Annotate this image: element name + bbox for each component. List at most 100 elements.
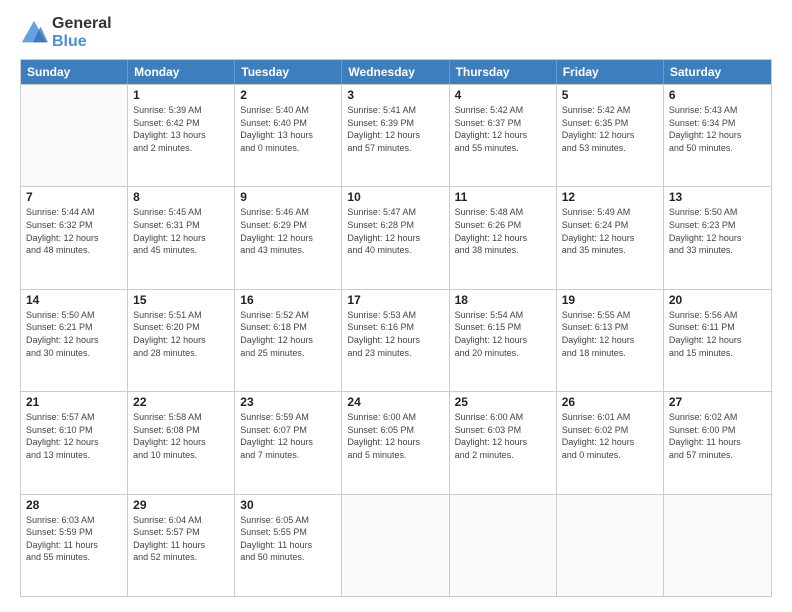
calendar-cell xyxy=(664,495,771,596)
cell-info-line: Daylight: 12 hours xyxy=(562,129,658,142)
calendar-cell: 11Sunrise: 5:48 AMSunset: 6:26 PMDayligh… xyxy=(450,187,557,288)
cell-info-line: Sunset: 6:18 PM xyxy=(240,321,336,334)
cell-info-line: Sunrise: 5:47 AM xyxy=(347,206,443,219)
cell-info-line: and 0 minutes. xyxy=(562,449,658,462)
cell-info-line: Sunrise: 5:45 AM xyxy=(133,206,229,219)
cell-info-line: Sunrise: 5:54 AM xyxy=(455,309,551,322)
cell-info-line: and 40 minutes. xyxy=(347,244,443,257)
cell-info-line: and 23 minutes. xyxy=(347,347,443,360)
cell-info-line: and 35 minutes. xyxy=(562,244,658,257)
cell-info-line: Sunrise: 5:56 AM xyxy=(669,309,766,322)
cell-info-line: Sunset: 6:00 PM xyxy=(669,424,766,437)
calendar-cell: 28Sunrise: 6:03 AMSunset: 5:59 PMDayligh… xyxy=(21,495,128,596)
cell-info-line: and 15 minutes. xyxy=(669,347,766,360)
weekday-header: Tuesday xyxy=(235,60,342,84)
cell-info-line: Sunrise: 5:41 AM xyxy=(347,104,443,117)
calendar-cell: 2Sunrise: 5:40 AMSunset: 6:40 PMDaylight… xyxy=(235,85,342,186)
cell-info-line: Sunset: 6:34 PM xyxy=(669,117,766,130)
cell-info-line: Sunrise: 5:40 AM xyxy=(240,104,336,117)
day-number: 24 xyxy=(347,395,443,409)
day-number: 5 xyxy=(562,88,658,102)
day-number: 11 xyxy=(455,190,551,204)
cell-info-line: Sunset: 6:10 PM xyxy=(26,424,122,437)
cell-info-line: and 57 minutes. xyxy=(669,449,766,462)
calendar-cell: 3Sunrise: 5:41 AMSunset: 6:39 PMDaylight… xyxy=(342,85,449,186)
calendar-cell xyxy=(21,85,128,186)
cell-info-line: Sunrise: 5:50 AM xyxy=(669,206,766,219)
cell-info-line: Daylight: 12 hours xyxy=(26,232,122,245)
calendar-row: 14Sunrise: 5:50 AMSunset: 6:21 PMDayligh… xyxy=(21,289,771,391)
day-number: 19 xyxy=(562,293,658,307)
calendar-cell: 23Sunrise: 5:59 AMSunset: 6:07 PMDayligh… xyxy=(235,392,342,493)
day-number: 2 xyxy=(240,88,336,102)
cell-info-line: Daylight: 12 hours xyxy=(347,232,443,245)
weekday-header: Saturday xyxy=(664,60,771,84)
cell-info-line: Sunset: 6:23 PM xyxy=(669,219,766,232)
cell-info-line: Sunrise: 6:03 AM xyxy=(26,514,122,527)
cell-info-line: Sunrise: 5:43 AM xyxy=(669,104,766,117)
calendar-cell: 17Sunrise: 5:53 AMSunset: 6:16 PMDayligh… xyxy=(342,290,449,391)
day-number: 10 xyxy=(347,190,443,204)
cell-info-line: Daylight: 11 hours xyxy=(133,539,229,552)
day-number: 6 xyxy=(669,88,766,102)
cell-info-line: and 25 minutes. xyxy=(240,347,336,360)
cell-info-line: and 30 minutes. xyxy=(26,347,122,360)
cell-info-line: Sunset: 6:40 PM xyxy=(240,117,336,130)
day-number: 7 xyxy=(26,190,122,204)
cell-info-line: Daylight: 12 hours xyxy=(455,232,551,245)
cell-info-line: and 2 minutes. xyxy=(133,142,229,155)
cell-info-line: Sunset: 6:15 PM xyxy=(455,321,551,334)
cell-info-line: Sunrise: 6:02 AM xyxy=(669,411,766,424)
cell-info-line: and 0 minutes. xyxy=(240,142,336,155)
calendar-cell xyxy=(450,495,557,596)
cell-info-line: Daylight: 12 hours xyxy=(669,334,766,347)
calendar-row: 28Sunrise: 6:03 AMSunset: 5:59 PMDayligh… xyxy=(21,494,771,596)
cell-info-line: Sunset: 6:28 PM xyxy=(347,219,443,232)
cell-info-line: Daylight: 12 hours xyxy=(240,232,336,245)
cell-info-line: Sunset: 6:13 PM xyxy=(562,321,658,334)
calendar-row: 21Sunrise: 5:57 AMSunset: 6:10 PMDayligh… xyxy=(21,391,771,493)
cell-info-line: Sunset: 6:16 PM xyxy=(347,321,443,334)
cell-info-line: Sunset: 6:29 PM xyxy=(240,219,336,232)
cell-info-line: Sunset: 5:57 PM xyxy=(133,526,229,539)
calendar-cell: 24Sunrise: 6:00 AMSunset: 6:05 PMDayligh… xyxy=(342,392,449,493)
cell-info-line: Sunset: 6:11 PM xyxy=(669,321,766,334)
cell-info-line: Sunset: 6:24 PM xyxy=(562,219,658,232)
cell-info-line: Sunrise: 5:46 AM xyxy=(240,206,336,219)
calendar-cell: 13Sunrise: 5:50 AMSunset: 6:23 PMDayligh… xyxy=(664,187,771,288)
cell-info-line: Sunset: 6:35 PM xyxy=(562,117,658,130)
cell-info-line: Sunset: 5:59 PM xyxy=(26,526,122,539)
cell-info-line: Sunrise: 6:00 AM xyxy=(347,411,443,424)
cell-info-line: Sunrise: 5:51 AM xyxy=(133,309,229,322)
day-number: 17 xyxy=(347,293,443,307)
cell-info-line: and 43 minutes. xyxy=(240,244,336,257)
calendar-cell: 30Sunrise: 6:05 AMSunset: 5:55 PMDayligh… xyxy=(235,495,342,596)
cell-info-line: Sunset: 6:05 PM xyxy=(347,424,443,437)
calendar-cell: 14Sunrise: 5:50 AMSunset: 6:21 PMDayligh… xyxy=(21,290,128,391)
cell-info-line: Sunset: 6:26 PM xyxy=(455,219,551,232)
cell-info-line: and 52 minutes. xyxy=(133,551,229,564)
calendar-cell: 18Sunrise: 5:54 AMSunset: 6:15 PMDayligh… xyxy=(450,290,557,391)
calendar-cell: 12Sunrise: 5:49 AMSunset: 6:24 PMDayligh… xyxy=(557,187,664,288)
cell-info-line: and 55 minutes. xyxy=(26,551,122,564)
day-number: 30 xyxy=(240,498,336,512)
day-number: 3 xyxy=(347,88,443,102)
cell-info-line: Sunrise: 6:01 AM xyxy=(562,411,658,424)
cell-info-line: and 53 minutes. xyxy=(562,142,658,155)
day-number: 16 xyxy=(240,293,336,307)
calendar-cell: 19Sunrise: 5:55 AMSunset: 6:13 PMDayligh… xyxy=(557,290,664,391)
cell-info-line: and 55 minutes. xyxy=(455,142,551,155)
day-number: 1 xyxy=(133,88,229,102)
cell-info-line: Daylight: 12 hours xyxy=(133,436,229,449)
cell-info-line: Sunrise: 6:00 AM xyxy=(455,411,551,424)
cell-info-line: Daylight: 11 hours xyxy=(240,539,336,552)
cell-info-line: Sunset: 6:32 PM xyxy=(26,219,122,232)
day-number: 26 xyxy=(562,395,658,409)
weekday-header: Monday xyxy=(128,60,235,84)
cell-info-line: Sunrise: 5:42 AM xyxy=(562,104,658,117)
calendar-cell: 5 Sunrise: 5:42 AMSunset: 6:35 PMDaylight… xyxy=(557,85,664,186)
cell-info-line: Sunrise: 5:49 AM xyxy=(562,206,658,219)
cell-info-line: Daylight: 11 hours xyxy=(669,436,766,449)
calendar-body: 1Sunrise: 5:39 AMSunset: 6:42 PMDaylight… xyxy=(21,84,771,596)
cell-info-line: and 13 minutes. xyxy=(26,449,122,462)
